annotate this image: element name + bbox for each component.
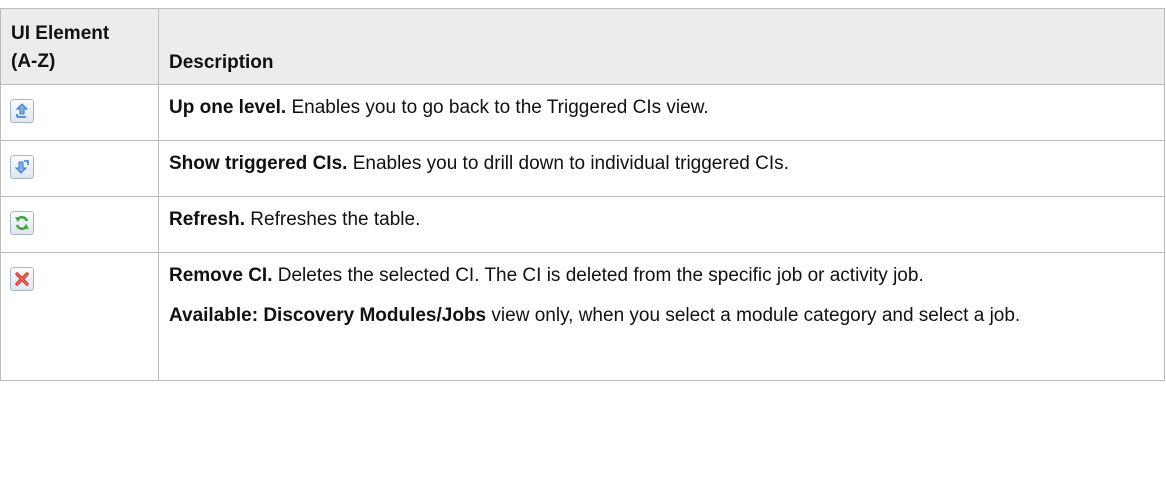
column-header-ui-element-line2: (A-Z) <box>11 51 56 72</box>
icon-cell <box>0 196 159 253</box>
description-paragraph: Up one level. Enables you to go back to … <box>169 94 1154 122</box>
column-header-ui-element-line1: UI Element <box>11 23 110 44</box>
element-description: Enables you to drill down to individual … <box>347 153 789 174</box>
element-description: Enables you to go back to the Triggered … <box>286 97 709 118</box>
table-row: Up one level. Enables you to go back to … <box>0 84 1165 141</box>
up-one-level-icon[interactable] <box>10 99 34 123</box>
element-title: Show triggered CIs. <box>169 153 348 174</box>
availability-note-text: view only, when you select a module cate… <box>486 305 1021 326</box>
description-cell: Refresh. Refreshes the table. <box>158 196 1165 253</box>
element-title: Up one level. <box>169 97 287 118</box>
table-row: Show triggered CIs. Enables you to drill… <box>0 140 1165 197</box>
table-header-row: UI Element (A-Z) Description <box>0 8 1165 85</box>
element-description: Refreshes the table. <box>245 209 421 230</box>
ui-elements-table: UI Element (A-Z) Description Up one leve… <box>0 8 1165 381</box>
show-triggered-cis-icon[interactable] <box>10 155 34 179</box>
element-title: Refresh. <box>169 209 246 230</box>
description-paragraph: Show triggered CIs. Enables you to drill… <box>169 150 1154 178</box>
element-title: Remove CI. <box>169 265 273 286</box>
refresh-icon[interactable] <box>10 211 34 235</box>
description-cell: Up one level. Enables you to go back to … <box>158 84 1165 141</box>
icon-cell <box>0 140 159 197</box>
availability-note: Available: Discovery Modules/Jobs view o… <box>169 302 1154 330</box>
description-cell: Show triggered CIs. Enables you to drill… <box>158 140 1165 197</box>
icon-cell <box>0 252 159 381</box>
icon-cell <box>0 84 159 141</box>
column-header-ui-element: UI Element (A-Z) <box>0 8 159 85</box>
column-header-description: Description <box>158 8 1165 85</box>
table-row: Remove CI. Deletes the selected CI. The … <box>0 252 1165 381</box>
availability-note-title: Available: Discovery Modules/Jobs <box>169 305 487 326</box>
description-paragraph: Refresh. Refreshes the table. <box>169 206 1154 234</box>
table-row: Refresh. Refreshes the table. <box>0 196 1165 253</box>
element-description: Deletes the selected CI. The CI is delet… <box>272 265 924 286</box>
remove-ci-icon[interactable] <box>10 267 34 291</box>
description-paragraph: Remove CI. Deletes the selected CI. The … <box>169 262 1154 290</box>
description-cell: Remove CI. Deletes the selected CI. The … <box>158 252 1165 381</box>
column-header-description-label: Description <box>169 52 274 73</box>
